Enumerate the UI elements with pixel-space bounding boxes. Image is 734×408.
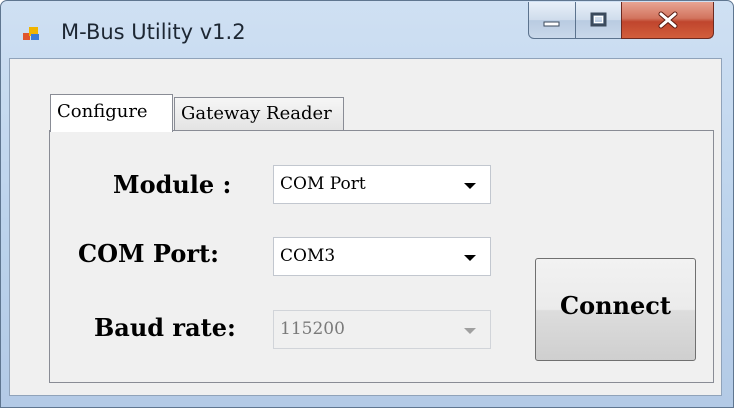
connect-button[interactable]: Connect	[535, 258, 696, 361]
tab-gateway-reader[interactable]: Gateway Reader	[174, 97, 344, 131]
chevron-down-icon	[464, 183, 476, 189]
baud-rate-label: Baud rate:	[94, 313, 236, 342]
chevron-down-icon	[464, 255, 476, 261]
com-port-label: COM Port:	[78, 239, 219, 268]
chevron-down-icon	[464, 328, 476, 334]
module-label: Module :	[113, 170, 232, 199]
com-port-select[interactable]: COM3	[273, 237, 491, 276]
close-icon	[622, 2, 713, 38]
minimize-icon	[529, 2, 575, 38]
module-select-value: COM Port	[280, 174, 366, 194]
tab-configure[interactable]: Configure	[50, 94, 173, 132]
window-title: M-Bus Utility v1.2	[61, 20, 246, 44]
app-window-icon	[23, 27, 41, 41]
module-select[interactable]: COM Port	[273, 165, 491, 204]
maximize-icon	[576, 2, 621, 38]
baud-rate-select: 115200	[273, 310, 491, 349]
title-bar[interactable]: M-Bus Utility v1.2	[1, 1, 733, 59]
close-button[interactable]	[621, 2, 714, 39]
com-port-select-value: COM3	[280, 246, 336, 266]
connect-button-label: Connect	[560, 291, 671, 320]
baud-rate-select-value: 115200	[280, 319, 345, 339]
minimize-button[interactable]	[528, 2, 576, 39]
maximize-button[interactable]	[575, 2, 622, 39]
